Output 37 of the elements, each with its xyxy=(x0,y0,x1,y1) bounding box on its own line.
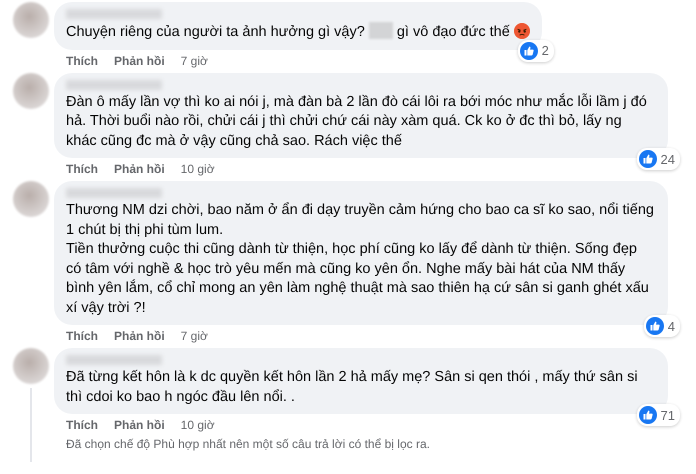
filter-note: Đã chọn chế độ Phù hợp nhất nên một số câu trả lời có thể bị lọc ra. xyxy=(65,437,431,451)
comment-text: Đàn ô mấy lần vợ thì ko ai nói j, mà đàn bà 2 lần đò cái lôi ra bới móc như mắc lỗi lầm j đó hả. Thời buổi nào rồi, chửi cái j thì chửi chứ cái này xàm quá. Ck ko ở đc thì bỏ, lấy ng khác cũng đc mà ở vậy cũng chả sao. Rách việc thế xyxy=(66,94,647,148)
comment-time: 10 giờ xyxy=(180,162,215,176)
action-link[interactable]: Phản hồi xyxy=(114,54,165,68)
like-count: 24 xyxy=(660,152,675,166)
comment-text: Đã từng kết hôn là k dc quyền kết hôn lần 2 hả mấy mẹ? Sân si qen thói , mấy thứ sân si thì cdoi ko bao h ngóc đầu lên nổi. . xyxy=(66,369,638,404)
reaction-badge[interactable]: 71 xyxy=(636,404,680,426)
action-link[interactable]: Thích xyxy=(66,418,98,432)
like-count: 71 xyxy=(660,408,675,422)
action-link[interactable]: Phản hồi xyxy=(114,418,165,432)
reaction-badge[interactable]: 2 xyxy=(518,40,554,62)
action-link[interactable]: Thích xyxy=(66,329,98,343)
action-link[interactable]: Phản hồi xyxy=(114,329,165,343)
like-icon xyxy=(638,150,657,168)
reaction-badge[interactable]: 4 xyxy=(644,315,680,337)
like-count: 2 xyxy=(542,43,549,58)
like-icon xyxy=(638,406,657,424)
action-link[interactable]: Phản hồi xyxy=(114,162,165,176)
like-count: 4 xyxy=(668,318,675,334)
reaction-badge[interactable]: 24 xyxy=(636,148,680,170)
comment-time: 10 giờ xyxy=(180,418,215,432)
action-link[interactable]: Thích xyxy=(66,162,98,176)
angry-emoji-icon xyxy=(514,23,530,39)
like-icon xyxy=(520,42,538,60)
comment-text: Tiền thưởng cuộc thi cũng dành từ thiện, học phí cũng ko lấy để dành từ thiện. Sống đẹp có tâm với nghề & học trò yêu mến mà cũng ko yên ổn. Nghe mấy bài hát của NM thấy bình yên lắm, cổ chỉ mong an yên làm nghệ thuật mà sao thiên hạ cứ sân si ganh ghét xấu xí vậy trời ?! xyxy=(66,241,649,316)
like-icon xyxy=(646,317,664,335)
comment-time: 7 giờ xyxy=(180,329,208,343)
action-link[interactable]: Thích xyxy=(66,54,98,68)
comment-time: 7 giờ xyxy=(180,54,208,68)
comment-text: gì vô đạo đức thế xyxy=(396,24,511,40)
avatar[interactable] xyxy=(13,181,49,217)
avatar[interactable] xyxy=(13,348,49,384)
avatar[interactable] xyxy=(13,2,49,38)
avatar[interactable] xyxy=(13,72,49,108)
comment-text: Thương NM dzi chời, bao năm ở ẩn đi dạy truyền cảm hứng cho bao ca sĩ ko sao, nổi tiếng 1 chút bị thị phi tùm lum. xyxy=(66,202,654,238)
comment-text: Chuyện riêng của người ta ảnh hưởng gì vậy? xyxy=(66,24,366,40)
blurred-word xyxy=(368,22,393,39)
